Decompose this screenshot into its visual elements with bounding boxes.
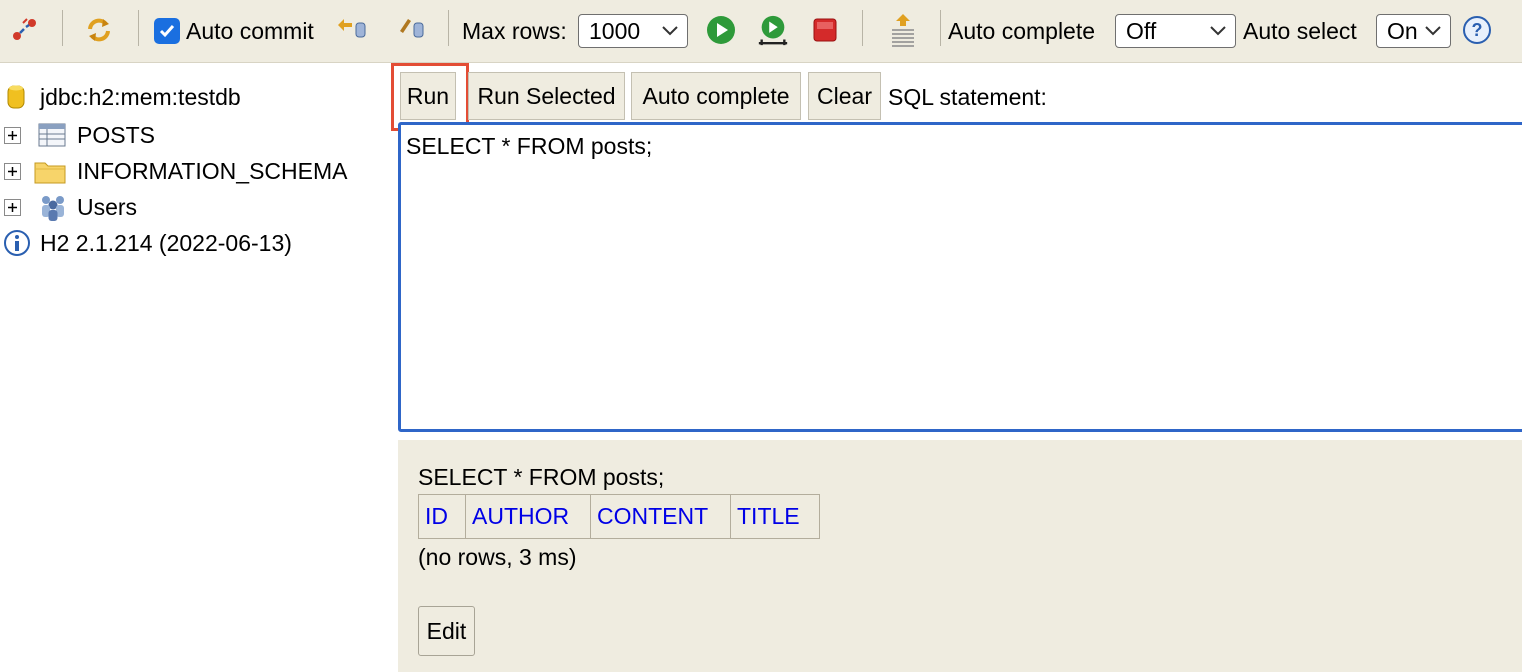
toolbar-separator	[62, 10, 63, 46]
tree-item-label: Users	[77, 194, 138, 220]
history-icon[interactable]	[886, 12, 920, 48]
sql-statement-label: SQL statement:	[888, 84, 1047, 110]
table-header-row: ID AUTHOR CONTENT TITLE	[418, 494, 820, 539]
auto-complete-button[interactable]: Auto complete	[631, 72, 801, 120]
toolbar-separator	[940, 10, 941, 46]
table-icon	[38, 123, 66, 147]
refresh-icon[interactable]	[82, 12, 116, 48]
expand-icon[interactable]	[4, 163, 21, 180]
auto-complete-select[interactable]: Off	[1115, 14, 1236, 48]
auto-commit-checkbox[interactable]	[154, 18, 180, 44]
sql-editor[interactable]: SELECT * FROM posts;	[398, 122, 1522, 432]
auto-commit-label: Auto commit	[186, 18, 314, 44]
auto-select-label: Auto select	[1243, 18, 1357, 44]
users-icon	[42, 196, 64, 221]
auto-select-value: On	[1387, 17, 1418, 44]
database-icon	[7, 85, 25, 109]
tree-item-information-schema[interactable]: INFORMATION_SCHEMA	[0, 155, 380, 187]
folder-icon	[34, 162, 66, 184]
auto-complete-label: Auto complete	[948, 18, 1096, 44]
chevron-down-icon	[662, 26, 678, 36]
tree-connection[interactable]: jdbc:h2:mem:testdb	[0, 81, 380, 113]
toolbar-separator	[448, 10, 449, 46]
result-panel: SELECT * FROM posts; ID AUTHOR CONTENT T…	[398, 440, 1522, 672]
column-header-content[interactable]: CONTENT	[590, 494, 731, 539]
result-query: SELECT * FROM posts;	[418, 464, 665, 490]
column-header-title[interactable]: TITLE	[730, 494, 820, 539]
max-rows-select[interactable]: 1000	[578, 14, 688, 48]
toolbar: Auto commit Max rows: 1000 Auto complete…	[0, 0, 1522, 63]
run-selected-icon[interactable]	[756, 12, 790, 48]
stop-icon[interactable]	[808, 12, 842, 48]
run-button-highlight	[391, 63, 469, 131]
result-table: ID AUTHOR CONTENT TITLE	[418, 494, 820, 539]
max-rows-value: 1000	[589, 17, 641, 44]
connection-label: jdbc:h2:mem:testdb	[40, 84, 241, 110]
auto-complete-value: Off	[1126, 17, 1157, 44]
expand-icon[interactable]	[4, 127, 21, 144]
tree-version: H2 2.1.214 (2022-06-13)	[0, 227, 380, 259]
auto-select-select[interactable]: On	[1376, 14, 1451, 48]
tree-item-users[interactable]: Users	[0, 191, 380, 223]
svg-text:?: ?	[1472, 20, 1483, 40]
rollback-icon[interactable]	[334, 12, 368, 48]
help-icon[interactable]: ?	[1460, 12, 1494, 48]
column-header-id[interactable]: ID	[418, 494, 466, 539]
result-status: (no rows, 3 ms)	[418, 544, 577, 570]
version-label: H2 2.1.214 (2022-06-13)	[40, 230, 292, 256]
schema-tree: jdbc:h2:mem:testdb POSTS INFORMATION_SCH…	[0, 63, 390, 672]
clear-button[interactable]: Clear	[808, 72, 881, 120]
tree-item-label: INFORMATION_SCHEMA	[77, 158, 348, 184]
chevron-down-icon	[1210, 26, 1226, 36]
commit-icon[interactable]	[396, 12, 430, 48]
info-icon	[4, 230, 30, 256]
max-rows-label: Max rows:	[462, 18, 567, 44]
expand-icon[interactable]	[4, 199, 21, 216]
column-header-author[interactable]: AUTHOR	[465, 494, 591, 539]
tree-item-label: POSTS	[77, 122, 155, 148]
disconnect-icon[interactable]	[8, 12, 42, 48]
edit-button[interactable]: Edit	[418, 606, 475, 656]
toolbar-separator	[862, 10, 863, 46]
run-icon[interactable]	[704, 12, 738, 48]
chevron-down-icon	[1425, 26, 1441, 36]
run-selected-button[interactable]: Run Selected	[468, 72, 625, 120]
tree-item-posts[interactable]: POSTS	[0, 119, 380, 151]
toolbar-separator	[138, 10, 139, 46]
